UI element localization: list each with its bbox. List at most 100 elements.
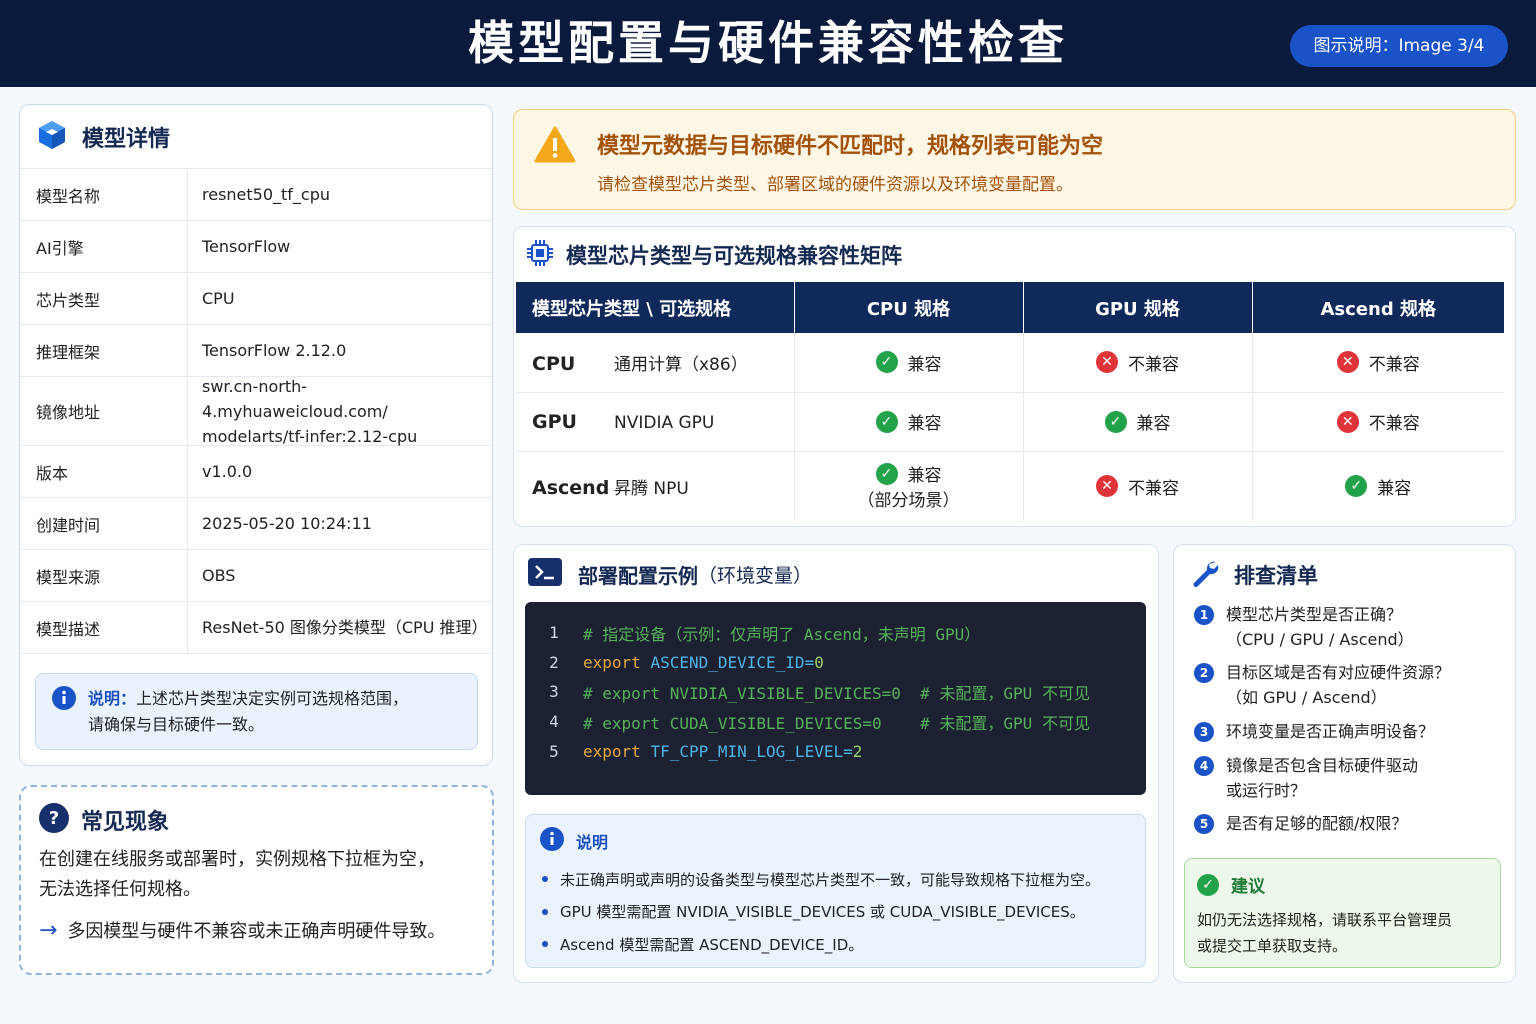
code-line: 1 # 指定设备（示例：仅声明了 Ascend，未声明 GPU）: [525, 618, 1146, 648]
status-text: 兼容: [907, 466, 942, 487]
code-variable: TF_CPP_MIN_LOG_LEVEL: [650, 741, 844, 761]
warning-subtitle: 请检查模型芯片类型、部署区域的硬件资源以及环境变量配置。: [597, 175, 1073, 195]
compatibility-table: 模型芯片类型 \ 可选规格 CPU 规格 GPU 规格 Ascend 规格 CP…: [516, 282, 1504, 521]
status-text: 兼容: [907, 354, 942, 375]
phenomena-header: ? 常见现象: [39, 803, 169, 837]
x-circle-icon: ✕: [1336, 410, 1359, 433]
list-item: 未正确声明或声明的设备类型与模型芯片类型不一致，可能导致规格下拉框为空。: [542, 863, 1100, 896]
wrench-icon: [1190, 558, 1220, 592]
check-line-1: 目标区域是否有对应硬件资源？: [1226, 663, 1451, 682]
x-circle-icon: ✕: [1096, 475, 1118, 498]
image-url-line-2: modelarts/tf-infer:2.12-cpu: [202, 426, 418, 446]
deploy-header: 部署配置示例 （环境变量）: [528, 558, 812, 590]
check-circle-icon: ✓: [875, 351, 898, 374]
step-number: 2: [1194, 663, 1214, 683]
kv-row-image-url: 镜像地址 swr.cn-north-4.myhuaweicloud.com/ m…: [20, 377, 492, 446]
code-line: 4 # export CUDA_VISIBLE_DEVICES=0 # 未配置，G…: [525, 707, 1146, 737]
kv-row-model-name: 模型名称 resnet50_tf_cpu: [20, 169, 492, 221]
table-cell: ✓ 兼容 （部分场景）: [794, 451, 1024, 521]
x-circle-icon: ✕: [1336, 351, 1359, 374]
advice-title: 建议: [1231, 877, 1265, 897]
check-line-2: （CPU / GPU / Ascend）: [1226, 630, 1414, 649]
status-text: 不兼容: [1368, 414, 1420, 434]
advice-line-1: 如仍无法选择规格，请联系平台管理员: [1197, 911, 1453, 929]
model-note-box: 说明：上述芯片类型决定实例可选规格范围， 请确保与目标硬件一致。: [35, 673, 478, 750]
check-circle-icon: ✓: [875, 462, 898, 485]
kv-row-chip-type: 芯片类型 CPU: [20, 273, 492, 325]
table-cell: ✕ 不兼容: [1252, 333, 1504, 393]
step-number: 5: [1194, 814, 1214, 834]
step-number: 3: [1194, 722, 1214, 742]
kv-key: 模型来源: [20, 550, 188, 601]
kv-row-source: 模型来源 OBS: [20, 550, 492, 602]
check-line-2: （如 GPU / Ascend）: [1226, 688, 1387, 707]
deploy-note-list: 未正确声明或声明的设备类型与模型芯片类型不一致，可能导致规格下拉框为空。 GPU…: [542, 863, 1100, 961]
image-url-line-1: swr.cn-north-4.myhuaweicloud.com/: [202, 376, 388, 421]
kv-key: 版本: [20, 446, 188, 497]
advice-header: ✓ 建议: [1197, 872, 1265, 897]
check-circle-icon: ✓: [875, 410, 898, 433]
check-circle-icon: ✓: [1197, 873, 1219, 896]
code-line: 2 export ASCEND_DEVICE_ID = 0: [525, 648, 1146, 678]
kv-value: CPU: [202, 289, 235, 308]
line-number: 3: [549, 682, 559, 702]
list-item: Ascend 模型需配置 ASCEND_DEVICE_ID。: [542, 928, 1100, 961]
deploy-config-card: 部署配置示例 （环境变量） 1 # 指定设备（示例：仅声明了 Ascend，未声明 …: [513, 544, 1159, 983]
check-line-1: 环境变量是否正确声明设备？: [1226, 722, 1435, 741]
terminal-icon: [528, 558, 562, 590]
code-block[interactable]: 1 # 指定设备（示例：仅声明了 Ascend，未声明 GPU） 2 export …: [525, 602, 1146, 795]
check-line-1: 镜像是否包含目标硬件驱动: [1226, 756, 1419, 775]
line-number: 2: [549, 652, 559, 672]
table-header-row: 模型芯片类型 \ 可选规格 CPU 规格 GPU 规格 Ascend 规格: [516, 282, 1504, 333]
check-circle-icon: ✓: [1104, 410, 1127, 433]
row-label: Ascend 昇腾 NPU: [516, 451, 795, 521]
kv-row-framework: 推理框架 TensorFlow 2.12.0: [20, 325, 492, 377]
advice-text: 如仍无法选择规格，请联系平台管理员 或提交工单获取支持。: [1197, 907, 1452, 959]
deploy-note-header: 说明: [540, 827, 608, 855]
common-phenomena-card: ? 常见现象 在创建在线服务或部署时，实例规格下拉框为空， 无法选择任何规格。 …: [19, 785, 494, 975]
table-cell: ✕ 不兼容: [1023, 451, 1253, 521]
kv-value: OBS: [202, 566, 236, 585]
check-circle-icon: ✓: [1345, 475, 1368, 498]
kv-key: 模型描述: [20, 602, 188, 653]
status-note: （部分场景）: [857, 491, 960, 512]
column-header: CPU 规格: [794, 282, 1024, 333]
step-number: 4: [1194, 756, 1214, 776]
line-number: 4: [549, 712, 559, 732]
check-line-2: 或运行时？: [1226, 781, 1307, 800]
phenomena-text: 在创建在线服务或部署时，实例规格下拉框为空， 无法选择任何规格。: [39, 845, 435, 905]
status-text: 兼容: [907, 414, 942, 434]
table-row: GPU NVIDIA GPU ✓ 兼容 ✓ 兼容 ✕ 不兼容: [516, 392, 1504, 452]
advice-line-2: 或提交工单获取支持。: [1197, 937, 1348, 955]
model-details-card: 模型详情 模型名称 resnet50_tf_cpu AI引擎 TensorFlo…: [19, 104, 493, 766]
kv-key: AI引擎: [20, 221, 188, 272]
note-label: 说明：: [88, 689, 137, 708]
model-card-header: 模型详情: [20, 105, 492, 169]
deploy-note-title: 说明: [576, 833, 609, 852]
code-equals: =: [843, 741, 853, 761]
warning-title: 模型元数据与目标硬件不匹配时，规格列表可能为空: [597, 134, 1104, 159]
cube-icon: [36, 119, 68, 155]
kv-value: TensorFlow 2.12.0: [202, 341, 347, 360]
image-badge: 图示说明：Image 3/4: [1290, 25, 1508, 67]
kv-value: TensorFlow: [202, 237, 291, 256]
check-line-1: 是否有足够的配额/权限？: [1226, 814, 1408, 833]
x-circle-icon: ✕: [1096, 351, 1118, 374]
row-desc: NVIDIA GPU: [614, 412, 715, 433]
status-text: 不兼容: [1128, 478, 1179, 499]
row-desc: 昇腾 NPU: [614, 478, 689, 499]
kv-key: 模型名称: [20, 169, 188, 220]
note-text-2: 请确保与目标硬件一致。: [88, 715, 265, 734]
note-text-1: 上述芯片类型决定实例可选规格范围，: [136, 689, 409, 708]
kv-key: 创建时间: [20, 498, 188, 549]
kv-value: 2025-05-20 10:24:11: [202, 514, 372, 533]
column-header: 模型芯片类型 \ 可选规格: [516, 282, 795, 333]
model-card-title: 模型详情: [82, 126, 171, 152]
kv-key: 芯片类型: [20, 273, 188, 324]
code-line: 3 # export NVIDIA_VISIBLE_DEVICES=0 # 未配置…: [525, 677, 1146, 707]
status-text: 不兼容: [1368, 354, 1420, 375]
warning-icon: [534, 126, 576, 168]
code-value: 2: [852, 741, 863, 761]
phenomena-line-2: 无法选择任何规格。: [39, 879, 201, 900]
kv-value: v1.0.0: [202, 462, 253, 481]
